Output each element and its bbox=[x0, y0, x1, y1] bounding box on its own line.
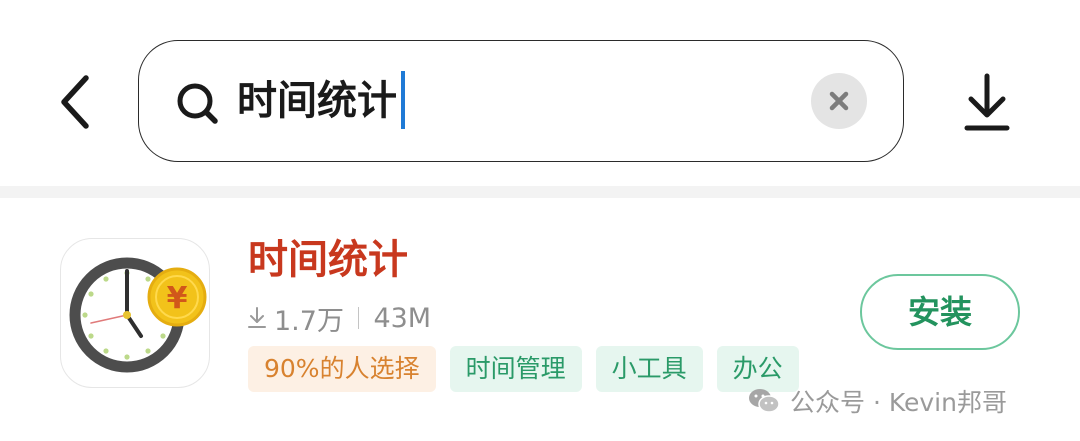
app-size: 43M bbox=[373, 302, 432, 334]
download-icon bbox=[964, 73, 1010, 131]
clear-search-button[interactable] bbox=[811, 73, 867, 129]
download-count: 1.7万 bbox=[274, 305, 344, 337]
search-icon bbox=[177, 83, 218, 124]
search-query-text: 时间统计 bbox=[237, 78, 397, 124]
tag-list: 90%的人选择 时间管理 小工具 办公 bbox=[248, 346, 799, 392]
text-caret bbox=[401, 71, 405, 129]
tag-time-management[interactable]: 时间管理 bbox=[449, 346, 582, 392]
tag-popular[interactable]: 90%的人选择 bbox=[248, 346, 436, 392]
clock-with-yen-coin-icon: ¥ bbox=[69, 257, 207, 373]
app-title[interactable]: 时间统计 bbox=[248, 234, 408, 286]
close-icon bbox=[829, 91, 849, 111]
meta-separator bbox=[357, 307, 360, 329]
install-button[interactable]: 安装 bbox=[860, 274, 1020, 350]
divider bbox=[0, 186, 1080, 198]
tag-small-tools[interactable]: 小工具 bbox=[595, 346, 703, 392]
wechat-icon bbox=[749, 389, 780, 413]
download-count-icon bbox=[248, 307, 266, 328]
search-field[interactable]: 时间统计 bbox=[138, 40, 904, 162]
app-icon[interactable]: ¥ bbox=[60, 238, 210, 388]
watermark-text: 公众号 · Kevin邦哥 bbox=[790, 388, 1007, 417]
search-header: 时间统计 bbox=[0, 0, 1080, 186]
svg-text:¥: ¥ bbox=[167, 281, 188, 316]
search-input[interactable]: 时间统计 bbox=[237, 71, 405, 131]
watermark: 公众号 · Kevin邦哥 bbox=[748, 384, 1007, 418]
app-meta: 1.7万 43M bbox=[246, 298, 431, 338]
chevron-left-icon bbox=[61, 75, 89, 129]
download-manager-button[interactable] bbox=[958, 70, 1016, 136]
back-button[interactable] bbox=[52, 70, 102, 134]
